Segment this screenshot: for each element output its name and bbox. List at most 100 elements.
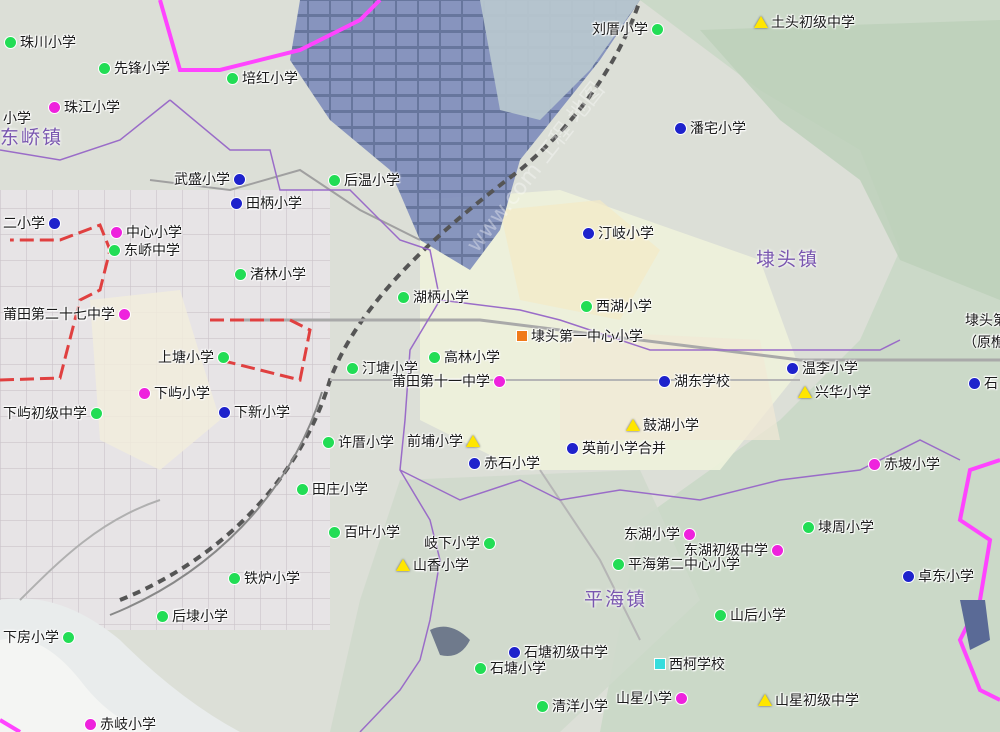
school-label: 赤坡小学 — [884, 457, 940, 473]
school-marker[interactable]: 山香小学 — [396, 555, 472, 575]
school-marker[interactable]: 卓东小学 — [902, 566, 977, 586]
school-marker[interactable]: 莆田第十一中学 — [389, 371, 506, 391]
school-label: 下屿小学 — [154, 386, 210, 402]
school-label: 汀岐小学 — [598, 226, 654, 242]
school-label: 百叶小学 — [344, 525, 400, 541]
school-marker[interactable]: 湖柄小学 — [397, 287, 472, 307]
school-marker[interactable]: 刘厝小学 — [589, 19, 664, 39]
school-marker[interactable]: 英前小学合并 — [566, 438, 669, 458]
school-label: 西柯学校 — [669, 657, 725, 673]
school-marker[interactable]: 潘宅小学 — [674, 118, 749, 138]
school-label: 前埔小学 — [407, 434, 463, 450]
school-label: 田庄小学 — [312, 482, 368, 498]
school-marker[interactable]: 赤坡小学 — [868, 454, 943, 474]
school-marker[interactable]: 二小学 — [0, 213, 61, 233]
school-marker[interactable]: 岐下小学 — [421, 533, 496, 553]
school-marker[interactable]: 石 — [968, 373, 1000, 393]
school-marker[interactable]: 山星初级中学 — [758, 690, 862, 710]
school-marker[interactable]: 后埭小学 — [156, 606, 231, 626]
school-marker[interactable]: 下屿小学 — [138, 383, 213, 403]
school-marker[interactable]: （原樵 — [960, 332, 1000, 352]
blue-circle-icon — [468, 456, 481, 470]
blue-circle-icon — [658, 374, 671, 388]
school-marker[interactable]: 山星小学 — [613, 688, 688, 708]
magenta-circle-icon — [138, 386, 151, 400]
school-label: 下新小学 — [234, 405, 290, 421]
school-label: 珠川小学 — [20, 35, 76, 51]
map-canvas[interactable]: www.com 工程 地图 东峤镇 埭头镇 平海镇 珠川小学 先锋小学 培红小学 小学… — [0, 0, 1000, 732]
green-circle-icon — [156, 609, 169, 623]
school-marker[interactable]: 高林小学 — [428, 347, 503, 367]
school-marker[interactable]: 兴华小学 — [798, 382, 874, 402]
school-marker[interactable]: 中心小学 — [110, 222, 185, 242]
town-label: 埭头镇 — [756, 248, 820, 271]
school-marker[interactable]: 埭头第一中心小学 — [516, 326, 646, 346]
magenta-circle-icon — [868, 457, 881, 471]
school-marker[interactable]: 埭头第 — [962, 310, 1000, 330]
school-marker[interactable]: 上塘小学 — [155, 347, 230, 367]
green-circle-icon — [228, 571, 241, 585]
blue-circle-icon — [786, 361, 799, 375]
school-marker[interactable]: 石塘小学 — [474, 658, 549, 678]
school-marker[interactable]: 田柄小学 — [230, 193, 305, 213]
school-label: 埭周小学 — [818, 520, 874, 536]
school-label: 山香小学 — [413, 558, 469, 574]
blue-circle-icon — [230, 196, 243, 210]
school-label: 刘厝小学 — [592, 22, 648, 38]
school-marker[interactable]: 清洋小学 — [536, 696, 611, 716]
school-marker[interactable]: 后温小学 — [328, 170, 403, 190]
school-label: 下房小学 — [3, 630, 59, 646]
school-marker[interactable]: 铁炉小学 — [228, 568, 303, 588]
school-marker[interactable]: 培红小学 — [226, 68, 301, 88]
magenta-circle-icon — [118, 307, 131, 321]
school-marker[interactable]: 湖东学校 — [658, 371, 733, 391]
school-marker[interactable]: 土头初级中学 — [754, 12, 858, 32]
school-marker[interactable]: 西湖小学 — [580, 296, 655, 316]
school-label: 莆田第十一中学 — [392, 374, 490, 390]
green-circle-icon — [322, 435, 335, 449]
school-marker[interactable]: 珠川小学 — [4, 32, 79, 52]
school-marker[interactable]: 西柯学校 — [654, 654, 728, 674]
magenta-circle-icon — [771, 543, 784, 557]
school-marker[interactable]: 前埔小学 — [404, 431, 480, 451]
school-marker[interactable]: 百叶小学 — [328, 522, 403, 542]
school-marker[interactable]: 赤岐小学 — [84, 714, 159, 732]
school-marker[interactable]: 渚林小学 — [234, 264, 309, 284]
school-marker[interactable]: 许厝小学 — [322, 432, 397, 452]
school-marker[interactable]: 下新小学 — [218, 402, 293, 422]
orange-square-icon — [516, 330, 528, 342]
school-marker[interactable]: 平海第二中心小学 — [612, 554, 743, 574]
school-marker[interactable]: 东峤中学 — [108, 240, 183, 260]
school-label: 卓东小学 — [918, 569, 974, 585]
school-label: 湖柄小学 — [413, 290, 469, 306]
school-marker[interactable]: 小学 — [0, 108, 34, 128]
blue-circle-icon — [48, 216, 61, 230]
school-marker[interactable]: 先锋小学 — [98, 58, 173, 78]
school-label: 后温小学 — [344, 173, 400, 189]
school-marker[interactable]: 鼓湖小学 — [626, 415, 702, 435]
school-marker[interactable]: 珠江小学 — [48, 97, 123, 117]
yellow-triangle-icon — [396, 559, 410, 571]
school-marker[interactable]: 莆田第二十七中学 — [0, 304, 131, 324]
school-marker[interactable]: 山后小学 — [714, 605, 789, 625]
magenta-circle-icon — [110, 225, 123, 239]
school-marker[interactable]: 温李小学 — [786, 358, 861, 378]
school-marker[interactable]: 赤石小学 — [468, 453, 543, 473]
school-marker[interactable]: 埭周小学 — [802, 517, 877, 537]
green-circle-icon — [217, 350, 230, 364]
school-label: 山后小学 — [730, 608, 786, 624]
green-circle-icon — [536, 699, 549, 713]
school-marker[interactable]: 下屿初级中学 — [0, 403, 103, 423]
school-marker[interactable]: 下房小学 — [0, 627, 75, 647]
magenta-circle-icon — [675, 691, 688, 705]
green-circle-icon — [62, 630, 75, 644]
school-label: 土头初级中学 — [771, 15, 855, 31]
school-label: 珠江小学 — [64, 100, 120, 116]
school-marker[interactable]: 田庄小学 — [296, 479, 371, 499]
school-marker[interactable]: 武盛小学 — [171, 169, 246, 189]
yellow-triangle-icon — [798, 386, 812, 398]
school-label: 铁炉小学 — [244, 571, 300, 587]
green-circle-icon — [346, 361, 359, 375]
school-marker[interactable]: 汀岐小学 — [582, 223, 657, 243]
school-label: 莆田第二十七中学 — [3, 307, 115, 323]
